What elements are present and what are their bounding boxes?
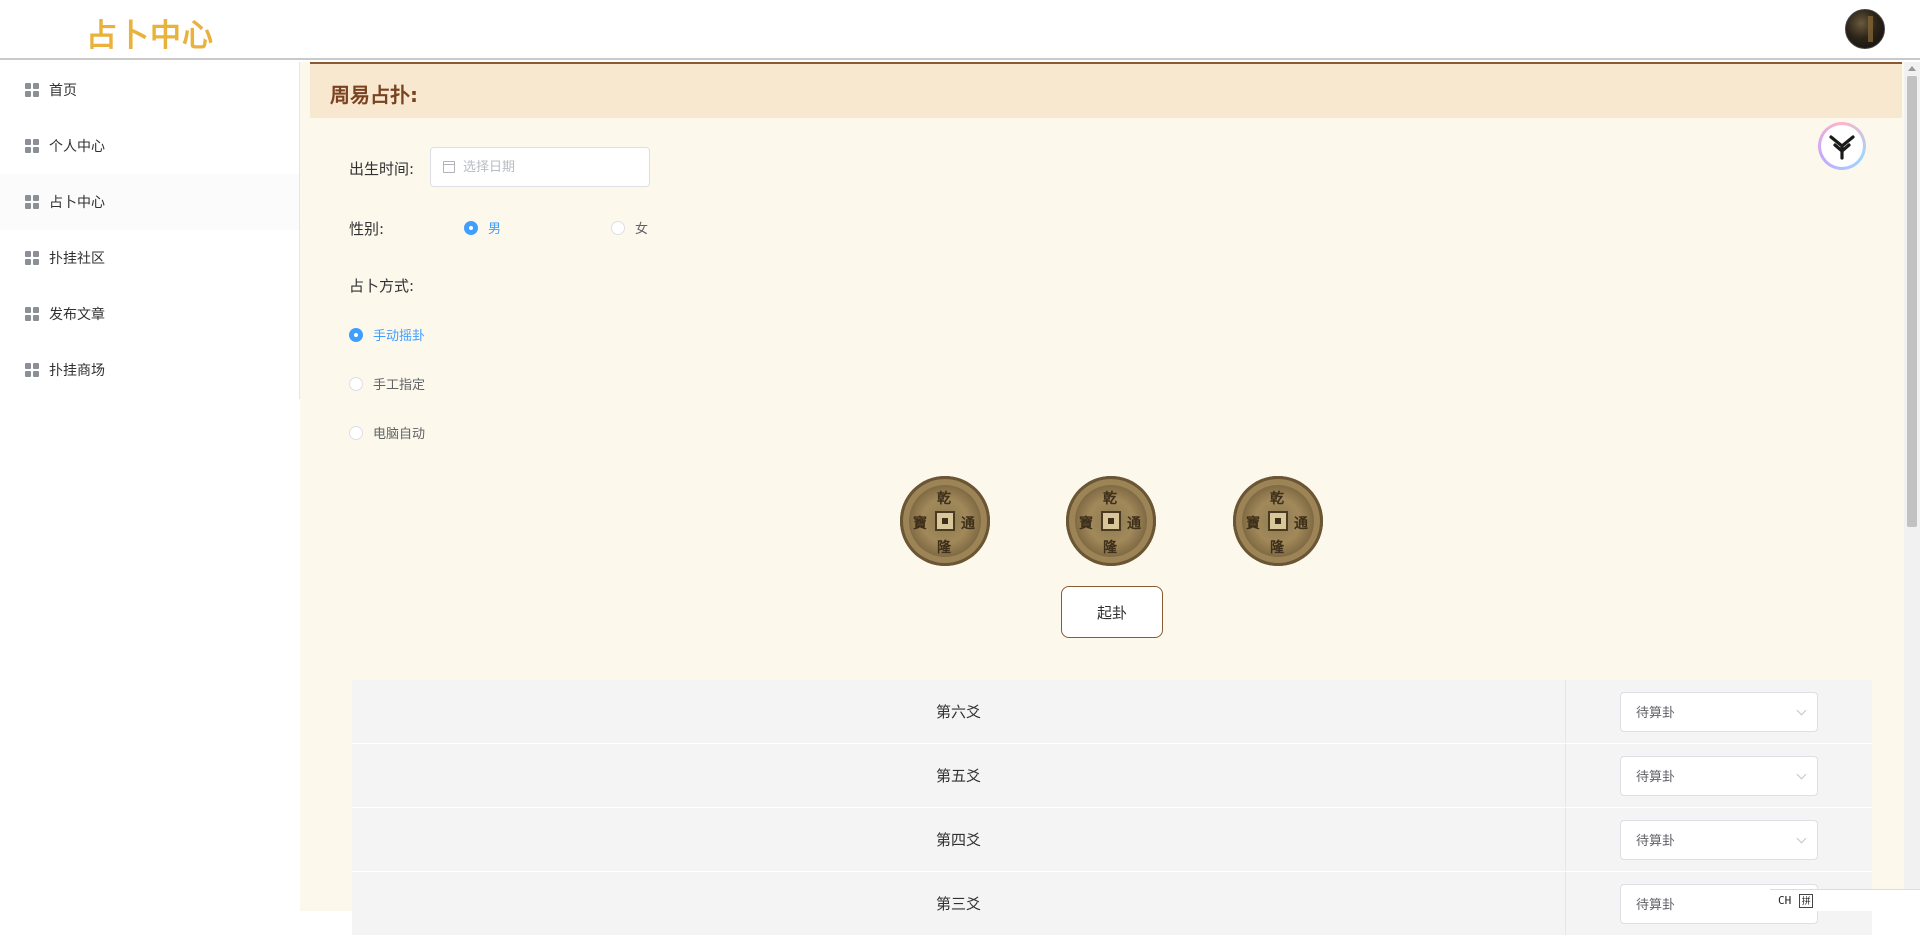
table-row: 第六爻 待算卦 bbox=[352, 680, 1872, 744]
method-label: 占卜方式: bbox=[349, 277, 415, 295]
sidebar-item-mall[interactable]: 扑挂商场 bbox=[0, 342, 299, 398]
sidebar-item-divination[interactable]: 占卜中心 bbox=[0, 174, 299, 230]
yao-select[interactable]: 待算卦 bbox=[1620, 691, 1818, 732]
cast-hexagram-button[interactable]: 起卦 bbox=[1061, 586, 1163, 638]
radio-label: 手工指定 bbox=[373, 378, 426, 393]
table-row: 第三爻 待算卦 bbox=[352, 872, 1872, 936]
page-title: 周易占扑: bbox=[330, 83, 418, 107]
sidebar-item-profile[interactable]: 个人中心 bbox=[0, 118, 299, 174]
yao-select-value: 待算卦 bbox=[1636, 898, 1676, 913]
gender-radio-male[interactable]: 男 bbox=[464, 218, 501, 237]
radio-checked-icon bbox=[464, 220, 478, 235]
grid-icon bbox=[25, 307, 39, 321]
calendar-icon bbox=[443, 161, 455, 173]
user-avatar[interactable] bbox=[1845, 9, 1885, 49]
yao-select-value: 待算卦 bbox=[1636, 834, 1676, 849]
sidebar-menu: 首页 个人中心 占卜中心 扑挂社区 发布文章 扑挂商场 bbox=[0, 62, 300, 399]
ime-indicator[interactable]: CH 拼 bbox=[1770, 889, 1920, 911]
sidebar-item-home[interactable]: 首页 bbox=[0, 62, 299, 118]
sidebar-item-publish[interactable]: 发布文章 bbox=[0, 286, 299, 342]
app-header: 占卜中心 bbox=[0, 0, 1920, 60]
scroll-up-icon[interactable] bbox=[1908, 66, 1916, 71]
grid-icon bbox=[25, 83, 39, 97]
radio-unchecked-icon bbox=[349, 425, 363, 440]
yao-name: 第三爻 bbox=[352, 872, 1566, 935]
yao-select[interactable]: 待算卦 bbox=[1620, 755, 1818, 796]
logo-title: 占卜中心 bbox=[86, 18, 214, 54]
method-radio-computer-auto[interactable]: 电脑自动 bbox=[349, 423, 425, 442]
radio-unchecked-icon bbox=[611, 220, 625, 235]
yao-name: 第五爻 bbox=[352, 744, 1566, 807]
yao-select[interactable]: 待算卦 bbox=[1620, 819, 1818, 860]
assistant-icon bbox=[1821, 125, 1863, 167]
coin-image[interactable]: 乾 隆 寶 通 bbox=[1233, 476, 1323, 566]
radio-unchecked-icon bbox=[349, 376, 363, 391]
birth-time-label: 出生时间: bbox=[349, 160, 415, 178]
sidebar-item-label: 个人中心 bbox=[49, 139, 105, 155]
sidebar-item-label: 占卜中心 bbox=[49, 195, 105, 211]
grid-icon bbox=[25, 195, 39, 209]
birth-date-input[interactable] bbox=[463, 159, 633, 175]
grid-icon bbox=[25, 363, 39, 377]
radio-label: 电脑自动 bbox=[373, 427, 426, 442]
yao-select-value: 待算卦 bbox=[1636, 770, 1676, 785]
chevron-down-icon bbox=[1796, 833, 1807, 843]
main-content: 周易占扑: 出生时间: 性别: 男 女 占卜方式: 手动摇卦 手工指定 电脑自动… bbox=[300, 62, 1920, 936]
radio-label: 女 bbox=[635, 222, 649, 237]
sidebar-item-label: 扑挂商场 bbox=[49, 363, 105, 379]
yao-select-value: 待算卦 bbox=[1636, 706, 1676, 721]
yao-name: 第六爻 bbox=[352, 680, 1566, 743]
yao-table: 第六爻 待算卦 第五爻 待算卦 第四爻 待算卦 第三爻 待算卦 bbox=[352, 680, 1872, 936]
chevron-down-icon bbox=[1796, 769, 1807, 779]
sidebar-item-community[interactable]: 扑挂社区 bbox=[0, 230, 299, 286]
radio-label: 男 bbox=[488, 222, 502, 237]
method-radio-manual-shake[interactable]: 手动摇卦 bbox=[349, 325, 425, 344]
grid-icon bbox=[25, 251, 39, 265]
radio-label: 手动摇卦 bbox=[373, 329, 426, 344]
assistant-floating-button[interactable] bbox=[1818, 122, 1866, 170]
chevron-down-icon bbox=[1796, 705, 1807, 715]
grid-icon bbox=[25, 139, 39, 153]
ime-mode-icon: 拼 bbox=[1799, 893, 1814, 908]
gender-label: 性别: bbox=[349, 220, 385, 238]
page-title-bar: 周易占扑: bbox=[310, 62, 1902, 118]
yao-name: 第四爻 bbox=[352, 808, 1566, 871]
table-row: 第四爻 待算卦 bbox=[352, 808, 1872, 872]
ime-language: CH bbox=[1778, 894, 1792, 907]
scrollbar-thumb[interactable] bbox=[1907, 76, 1917, 527]
radio-checked-icon bbox=[349, 327, 363, 342]
sidebar-item-label: 扑挂社区 bbox=[49, 251, 105, 267]
sidebar-item-label: 首页 bbox=[49, 83, 77, 99]
gender-radio-female[interactable]: 女 bbox=[611, 218, 648, 237]
sidebar-item-label: 发布文章 bbox=[49, 307, 105, 323]
birth-date-picker[interactable] bbox=[430, 147, 650, 187]
vertical-scrollbar[interactable] bbox=[1904, 62, 1920, 911]
method-radio-manual-specify[interactable]: 手工指定 bbox=[349, 374, 425, 393]
table-row: 第五爻 待算卦 bbox=[352, 744, 1872, 808]
coin-image[interactable]: 乾 隆 寶 通 bbox=[1066, 476, 1156, 566]
coin-image[interactable]: 乾 隆 寶 通 bbox=[900, 476, 990, 566]
